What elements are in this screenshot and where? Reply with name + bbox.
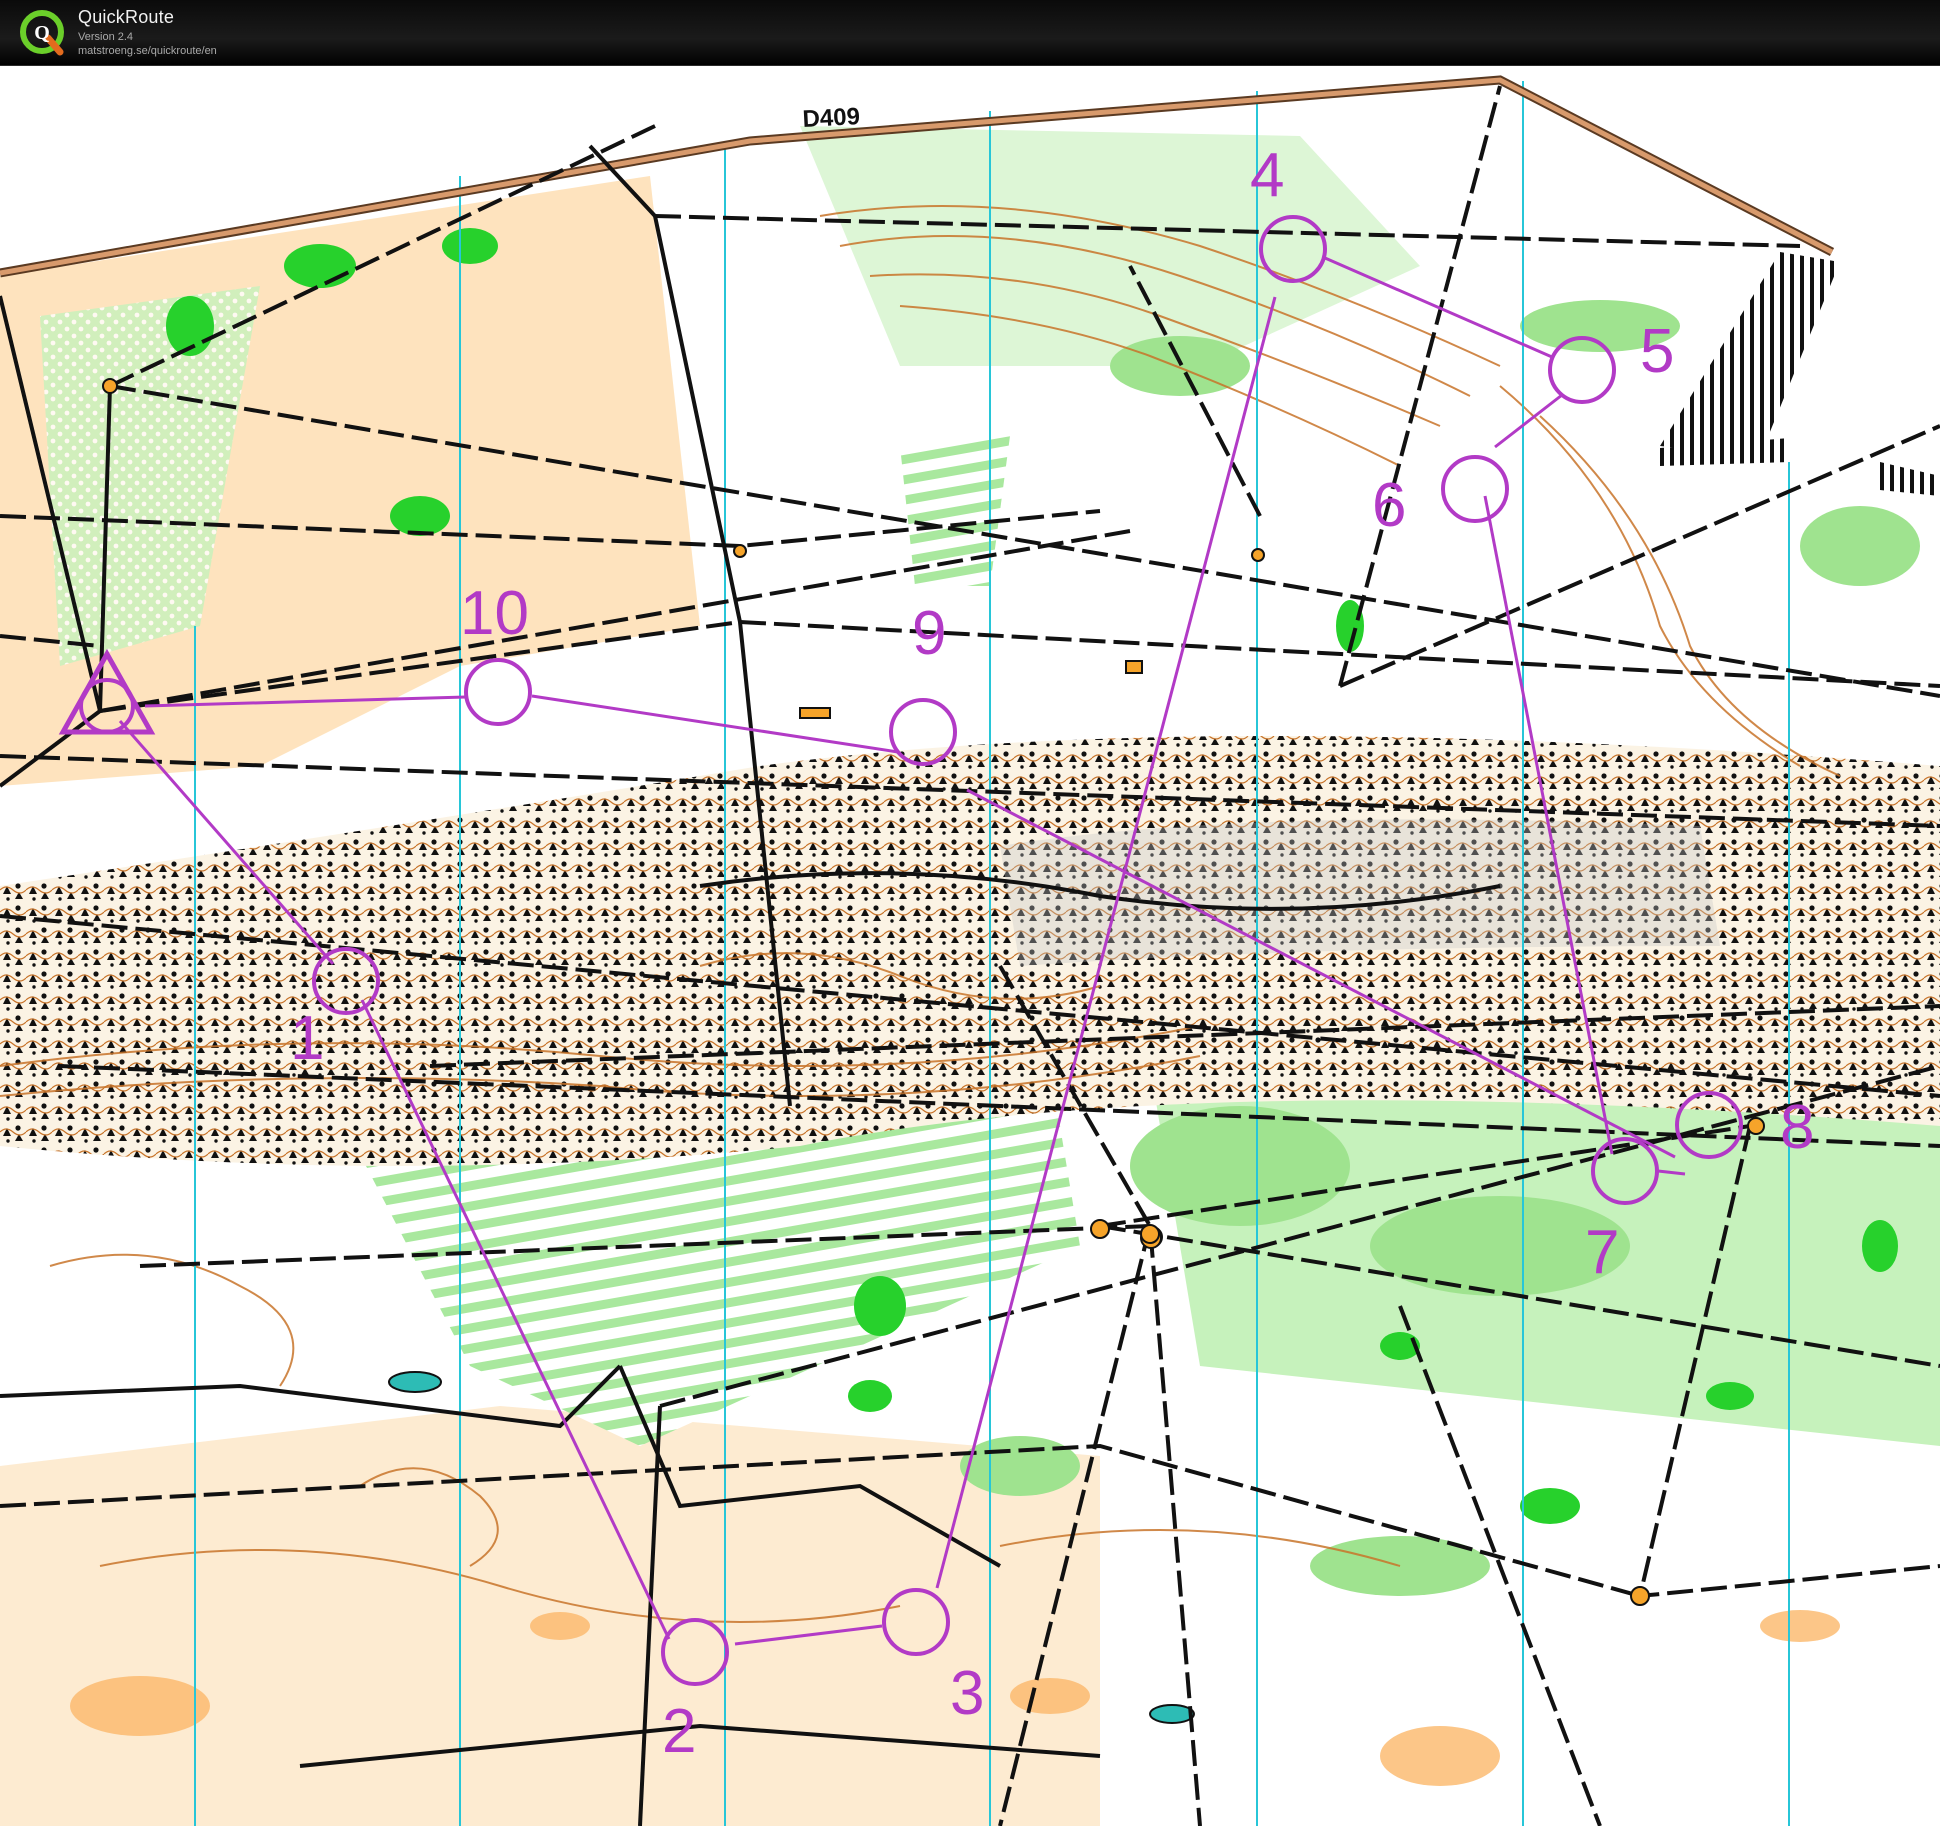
control-9-number: 9	[912, 599, 946, 668]
rock-face	[1000, 819, 1720, 966]
control-2-number: 2	[662, 1697, 696, 1766]
control-7-number: 7	[1585, 1218, 1619, 1287]
control-8-number: 8	[1780, 1093, 1814, 1162]
map-canvas[interactable]: D409 1 2 3 4 5 6 7 8 9 10	[0, 66, 1940, 1826]
control-4-number: 4	[1250, 141, 1284, 210]
control-3-number: 3	[950, 1659, 984, 1728]
app-url[interactable]: matstroeng.se/quickroute/en	[78, 45, 217, 57]
control-6-number: 6	[1372, 471, 1406, 540]
control-1-number: 1	[290, 1004, 324, 1073]
orienteering-map[interactable]: D409 1 2 3 4 5 6 7 8 9 10	[0, 66, 1940, 1826]
logo-letter: Q	[34, 22, 50, 44]
quickroute-logo-icon: Q	[20, 10, 64, 56]
title-bar: Q QuickRoute Version 2.4 matstroeng.se/q…	[0, 0, 1940, 66]
app-name: QuickRoute	[78, 7, 175, 27]
road-label: D409	[802, 103, 861, 133]
control-10-number: 10	[460, 579, 529, 648]
app-version: Version 2.4	[78, 31, 134, 43]
control-5-number: 5	[1640, 317, 1674, 386]
pond-south	[1149, 1704, 1195, 1724]
pond-west	[388, 1371, 442, 1393]
